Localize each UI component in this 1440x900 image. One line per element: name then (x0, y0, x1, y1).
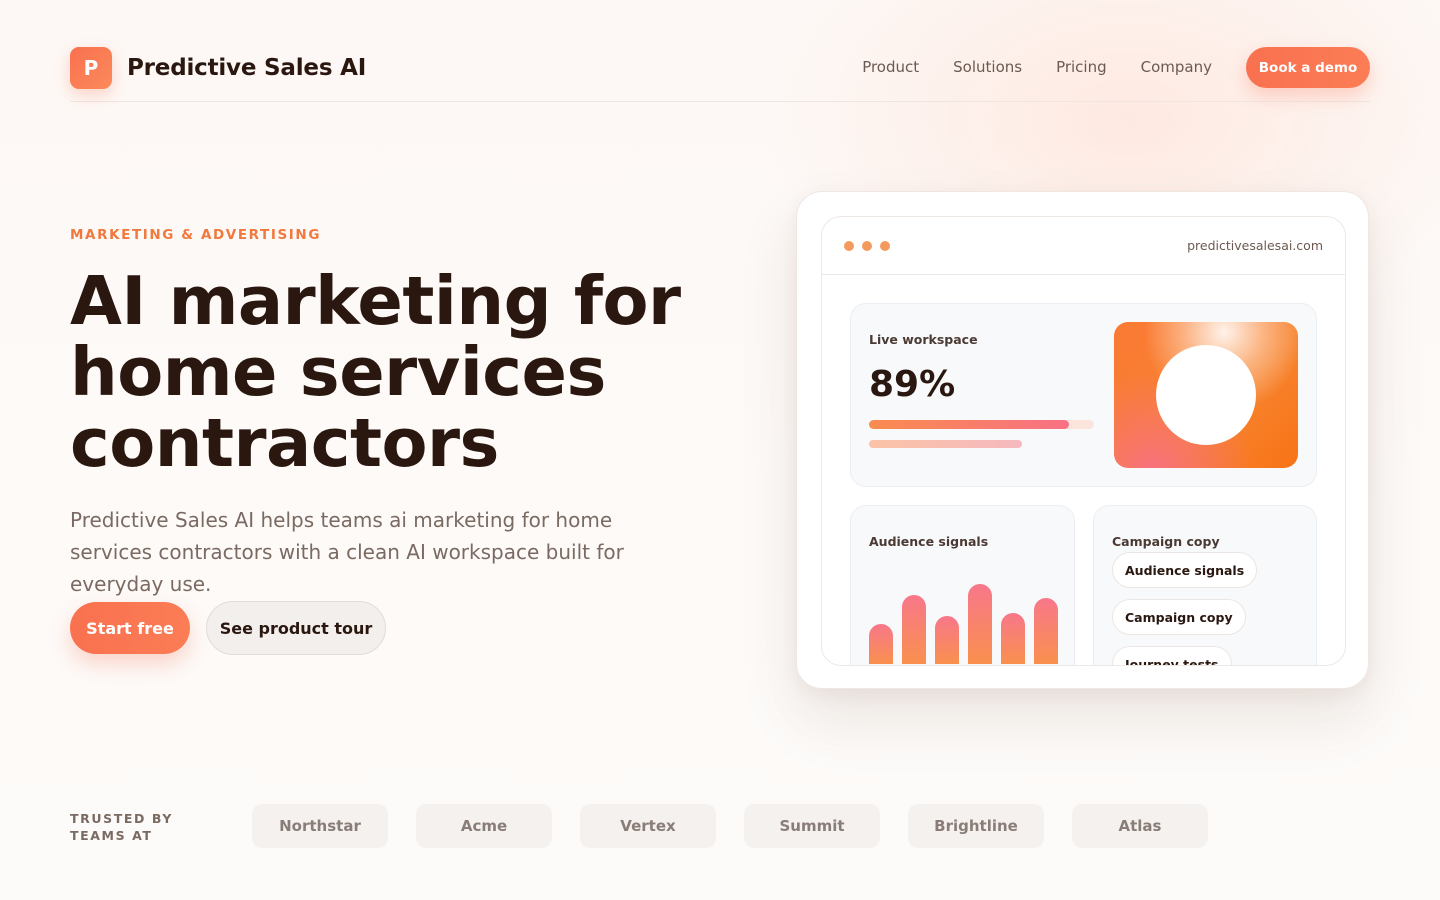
site-header: P Predictive Sales AI Product Solutions … (70, 0, 1370, 102)
browser-window: predictivesalesai.com Live workspace 89%… (821, 216, 1346, 666)
nav-link-solutions[interactable]: Solutions (953, 58, 1022, 76)
customer-logo-vertex: Vertex (580, 804, 716, 848)
customer-logo-northstar: Northstar (252, 804, 388, 848)
hero-title: AI marketing for home services contracto… (70, 266, 710, 479)
progress-bar-fill (869, 420, 1070, 429)
campaign-copy-label: Campaign copy (1112, 534, 1220, 549)
browser-bar: predictivesalesai.com (822, 217, 1345, 275)
audience-bar-chart (869, 564, 1059, 664)
customer-logo-brightline: Brightline (908, 804, 1044, 848)
start-free-button[interactable]: Start free (70, 602, 190, 654)
gradient-artwork (1114, 322, 1298, 468)
window-dot-icon (862, 241, 872, 251)
hero-title-line-1: AI marketing for (70, 262, 681, 340)
audience-bar (935, 616, 959, 664)
customer-logo-atlas: Atlas (1072, 804, 1208, 848)
product-tour-button[interactable]: See product tour (206, 601, 386, 655)
hero-title-line-2: home services (70, 333, 606, 411)
product-preview-card: predictivesalesai.com Live workspace 89%… (796, 191, 1369, 689)
customer-logo-summit: Summit (744, 804, 880, 848)
chip-audience-signals[interactable]: Audience signals (1112, 552, 1258, 588)
chip-journey-tests[interactable]: Journey tests (1112, 646, 1232, 665)
audience-signals-label: Audience signals (869, 534, 989, 549)
customer-logo-acme: Acme (416, 804, 552, 848)
nav-link-product[interactable]: Product (862, 58, 919, 76)
window-dot-icon (844, 241, 854, 251)
hero-eyebrow: MARKETING & ADVERTISING (70, 227, 322, 243)
window-dot-icon (880, 241, 890, 251)
hero-subtitle: Predictive Sales AI helps teams ai marke… (70, 508, 624, 596)
trusted-label: TRUSTED BY TEAMS AT (70, 811, 173, 843)
chip-campaign-copy[interactable]: Campaign copy (1112, 599, 1246, 635)
main-nav: Product Solutions Pricing Company (828, 58, 1212, 76)
nav-link-pricing[interactable]: Pricing (1056, 58, 1107, 76)
brand-name[interactable]: Predictive Sales AI (127, 55, 366, 81)
audience-bar (1034, 598, 1058, 664)
audience-signals-panel: Audience signals (850, 505, 1075, 665)
audience-bar (902, 595, 926, 664)
live-workspace-label: Live workspace (869, 332, 978, 347)
secondary-progress-bar (869, 440, 1022, 448)
nav-link-company[interactable]: Company (1141, 58, 1212, 76)
circle-shape (1156, 345, 1256, 445)
book-demo-button[interactable]: Book a demo (1246, 47, 1370, 88)
progress-bar (869, 420, 1094, 429)
live-workspace-panel: Live workspace 89% (850, 303, 1317, 487)
hero-title-line-3: contractors (70, 404, 499, 482)
browser-url: predictivesalesai.com (1187, 238, 1323, 253)
audience-bar (1001, 613, 1025, 664)
audience-bar (869, 624, 893, 664)
live-workspace-metric: 89% (869, 364, 956, 405)
logo-icon[interactable]: P (70, 47, 112, 89)
campaign-copy-panel: Campaign copy Audience signals Campaign … (1093, 505, 1317, 665)
audience-bar (968, 584, 992, 664)
